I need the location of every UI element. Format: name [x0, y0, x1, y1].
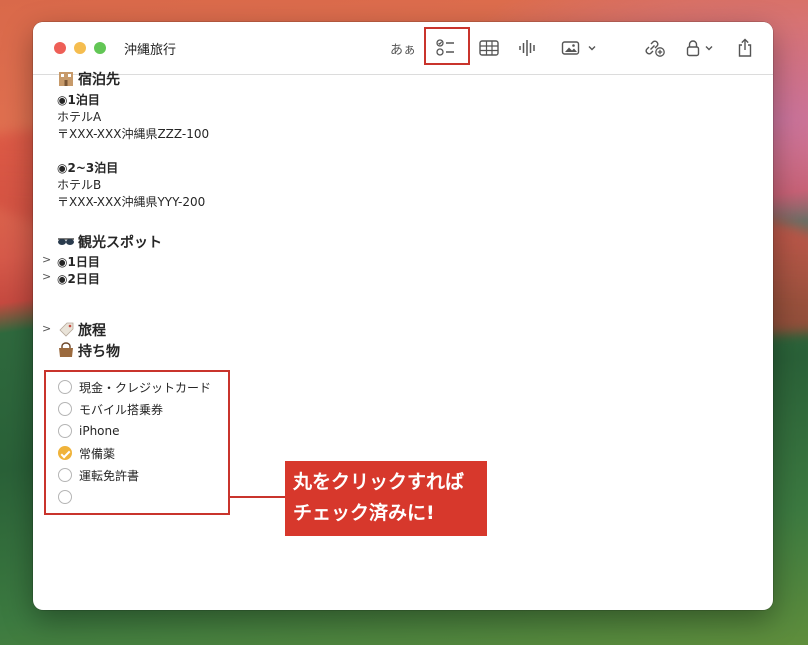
- checkbox-circle[interactable]: [58, 380, 72, 394]
- night23-label: ◉2~3泊目: [57, 161, 119, 175]
- window-title: 沖縄旅行: [124, 43, 177, 58]
- checklist-item[interactable]: 常備薬: [58, 444, 115, 462]
- format-button[interactable]: あぁ: [390, 36, 416, 60]
- minimize-window-button[interactable]: [74, 42, 86, 54]
- checkbox-circle[interactable]: [58, 424, 72, 438]
- notes-window: 沖縄旅行 あぁ 宿泊先 ◉1泊目 ホテルA 〒XXX-XXX沖縄県ZZZ-100…: [33, 22, 773, 610]
- table-button[interactable]: [478, 36, 500, 60]
- lock-button[interactable]: [685, 36, 714, 60]
- sightseeing-heading: 観光スポット: [57, 232, 162, 252]
- lodging-heading: 宿泊先: [57, 69, 120, 89]
- collaborate-icon: [645, 40, 665, 57]
- day1-label: ◉1日目: [57, 255, 100, 269]
- note-body[interactable]: 宿泊先 ◉1泊目 ホテルA 〒XXX-XXX沖縄県ZZZ-100 ◉2~3泊目 …: [33, 72, 773, 610]
- checklist-item[interactable]: [58, 488, 79, 506]
- checkbox-circle[interactable]: [58, 402, 72, 416]
- callout-line-2: チェック済みに!: [293, 502, 435, 524]
- hotel-icon: [59, 72, 73, 86]
- checklist-item[interactable]: 現金・クレジットカード: [58, 378, 211, 396]
- address-b: 〒XXX-XXX沖縄県YYY-200: [57, 195, 206, 209]
- checklist-item-label: 運転免許書: [79, 468, 140, 483]
- chevron-right-icon[interactable]: >: [42, 270, 51, 283]
- address-a: 〒XXX-XXX沖縄県ZZZ-100: [57, 127, 210, 141]
- belongings-heading: 持ち物: [57, 341, 120, 361]
- handbag-icon: [59, 342, 73, 357]
- callout-connector-line: [230, 496, 286, 498]
- toolbar: 沖縄旅行 あぁ: [33, 22, 773, 75]
- lock-icon: [686, 40, 700, 57]
- audio-button[interactable]: [518, 36, 538, 60]
- checklist-item[interactable]: モバイル搭乗券: [58, 400, 163, 418]
- chevron-down-icon: [705, 46, 713, 51]
- checklist-item[interactable]: iPhone: [58, 422, 120, 440]
- chevron-right-icon[interactable]: >: [42, 322, 51, 335]
- checkbox-circle-checked[interactable]: [58, 446, 72, 460]
- checklist-item-label: 現金・クレジットカード: [79, 380, 212, 395]
- checklist-item-label: モバイル搭乗券: [79, 402, 164, 417]
- checkbox-circle[interactable]: [58, 468, 72, 482]
- checklist-highlight-box: [424, 27, 470, 65]
- media-icon: [561, 41, 580, 55]
- collaborate-button[interactable]: [644, 36, 666, 60]
- checklist-item-label: iPhone: [79, 424, 120, 438]
- chevron-right-icon[interactable]: >: [42, 253, 51, 266]
- chevron-down-icon: [588, 46, 596, 51]
- media-button[interactable]: [561, 36, 597, 60]
- audio-icon: [519, 40, 535, 56]
- zoom-window-button[interactable]: [94, 42, 106, 54]
- hotel-b: ホテルB: [57, 178, 102, 192]
- night1-label: ◉1泊目: [57, 93, 100, 107]
- checklist-item-label: 常備薬: [79, 446, 116, 461]
- table-icon: [479, 40, 499, 56]
- checklist-item[interactable]: 運転免許書: [58, 466, 139, 484]
- sunglasses-icon: [58, 238, 74, 245]
- callout-annotation: 丸をクリックすれば チェック済みに!: [285, 461, 487, 536]
- share-button[interactable]: [736, 36, 754, 60]
- hotel-a: ホテルA: [57, 110, 102, 124]
- close-window-button[interactable]: [54, 42, 66, 54]
- share-icon: [738, 38, 752, 57]
- day2-label: ◉2日目: [57, 272, 100, 286]
- tag-icon: [59, 322, 74, 337]
- callout-line-1: 丸をクリックすれば: [293, 471, 465, 493]
- itinerary-heading: 旅程: [57, 320, 106, 340]
- checkbox-circle[interactable]: [58, 490, 72, 504]
